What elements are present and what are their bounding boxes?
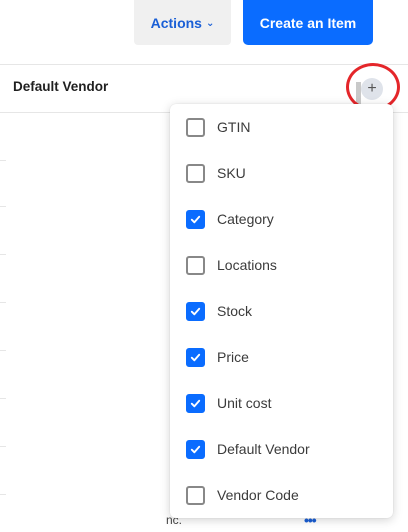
column-header-default-vendor: Default Vendor xyxy=(13,79,109,94)
option-label: Category xyxy=(217,211,274,227)
create-item-label: Create an Item xyxy=(259,14,357,31)
checkmark-icon xyxy=(190,307,201,315)
actions-label: Actions xyxy=(150,14,202,31)
checkbox-checked[interactable] xyxy=(186,347,205,367)
checkmark-icon xyxy=(190,215,201,223)
row-divider xyxy=(0,206,6,207)
actions-button[interactable]: Actions ⌄ xyxy=(134,0,231,45)
chevron-down-icon: ⌄ xyxy=(205,18,215,29)
option-label: Unit cost xyxy=(217,395,272,411)
checkmark-icon xyxy=(190,353,201,361)
checkmark-icon xyxy=(190,399,201,407)
row-divider xyxy=(0,446,6,447)
checkbox[interactable] xyxy=(186,255,205,275)
column-visibility-menu: GTIN SKU Category Locations Stock Price … xyxy=(170,104,393,518)
option-label: Stock xyxy=(217,303,253,319)
option-label: SKU xyxy=(217,165,246,181)
checkbox-checked[interactable] xyxy=(186,393,205,413)
menu-option-stock[interactable]: Stock xyxy=(170,288,393,334)
menu-option-vendor-code[interactable]: Vendor Code xyxy=(170,472,393,518)
menu-option-gtin[interactable]: GTIN xyxy=(170,104,393,150)
menu-option-default-vendor[interactable]: Default Vendor xyxy=(170,426,393,472)
checkmark-icon xyxy=(190,445,201,453)
create-item-button[interactable]: Create an Item xyxy=(243,0,373,45)
option-label: Vendor Code xyxy=(217,487,299,503)
checkbox[interactable] xyxy=(186,117,205,137)
row-divider xyxy=(0,494,6,495)
row-divider xyxy=(0,398,6,399)
row-divider xyxy=(0,160,6,161)
checkbox[interactable] xyxy=(186,485,205,505)
menu-option-price[interactable]: Price xyxy=(170,334,393,380)
row-divider xyxy=(0,302,6,303)
option-label: Locations xyxy=(217,257,277,273)
header-top-divider xyxy=(0,64,408,65)
menu-option-category[interactable]: Category xyxy=(170,196,393,242)
checkbox-checked[interactable] xyxy=(186,209,205,229)
checkbox-checked[interactable] xyxy=(186,301,205,321)
option-label: Default Vendor xyxy=(217,441,310,457)
option-label: GTIN xyxy=(217,119,251,135)
option-label: Price xyxy=(217,349,249,365)
menu-option-locations[interactable]: Locations xyxy=(170,242,393,288)
checkbox[interactable] xyxy=(186,163,205,183)
menu-option-sku[interactable]: SKU xyxy=(170,150,393,196)
checkbox-checked[interactable] xyxy=(186,439,205,459)
row-divider xyxy=(0,350,6,351)
menu-option-unit-cost[interactable]: Unit cost xyxy=(170,380,393,426)
row-divider xyxy=(0,254,6,255)
